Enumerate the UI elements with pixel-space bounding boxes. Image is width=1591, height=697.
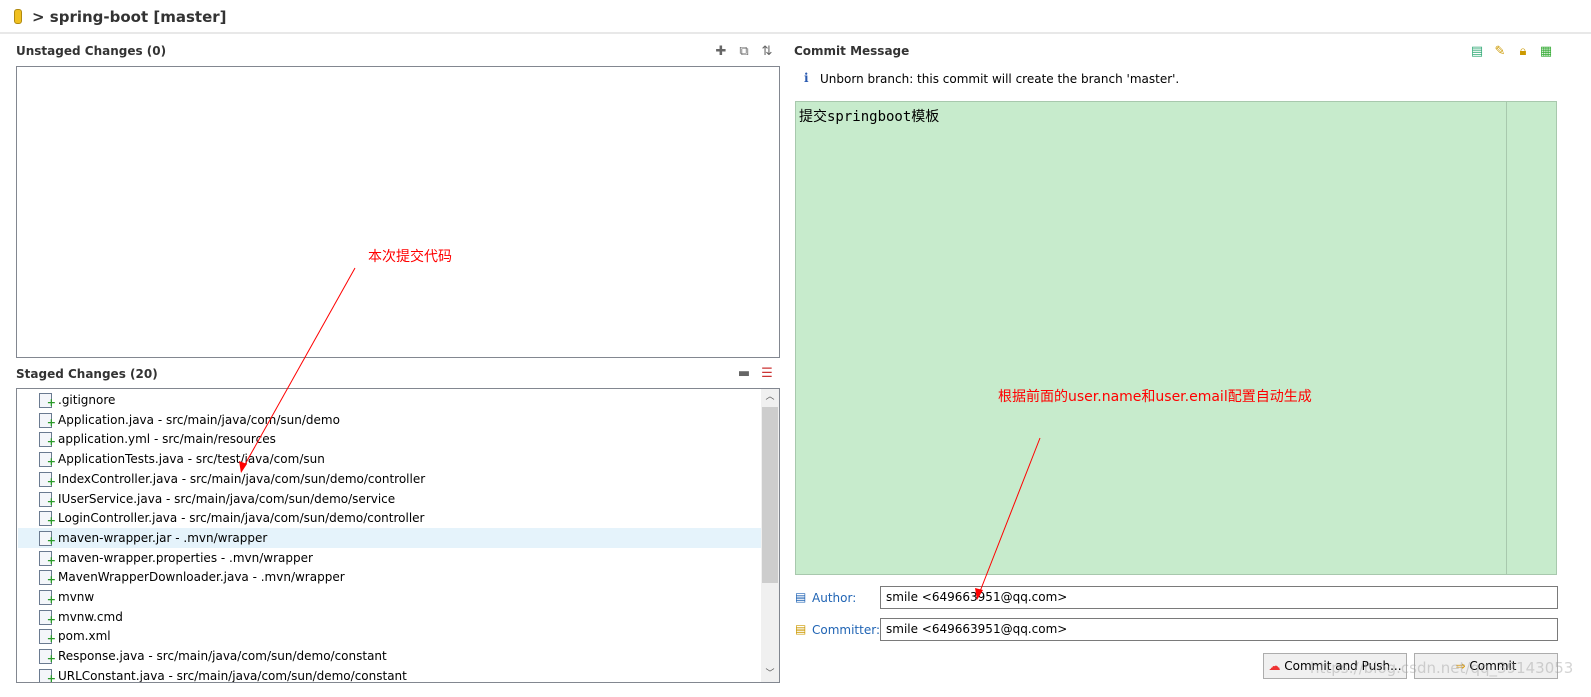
arrow-head-author: [975, 588, 983, 600]
annotation-arrows: [239, 267, 1041, 600]
arrow-line-staged: [242, 267, 356, 469]
arrow-line-author: [978, 437, 1041, 595]
